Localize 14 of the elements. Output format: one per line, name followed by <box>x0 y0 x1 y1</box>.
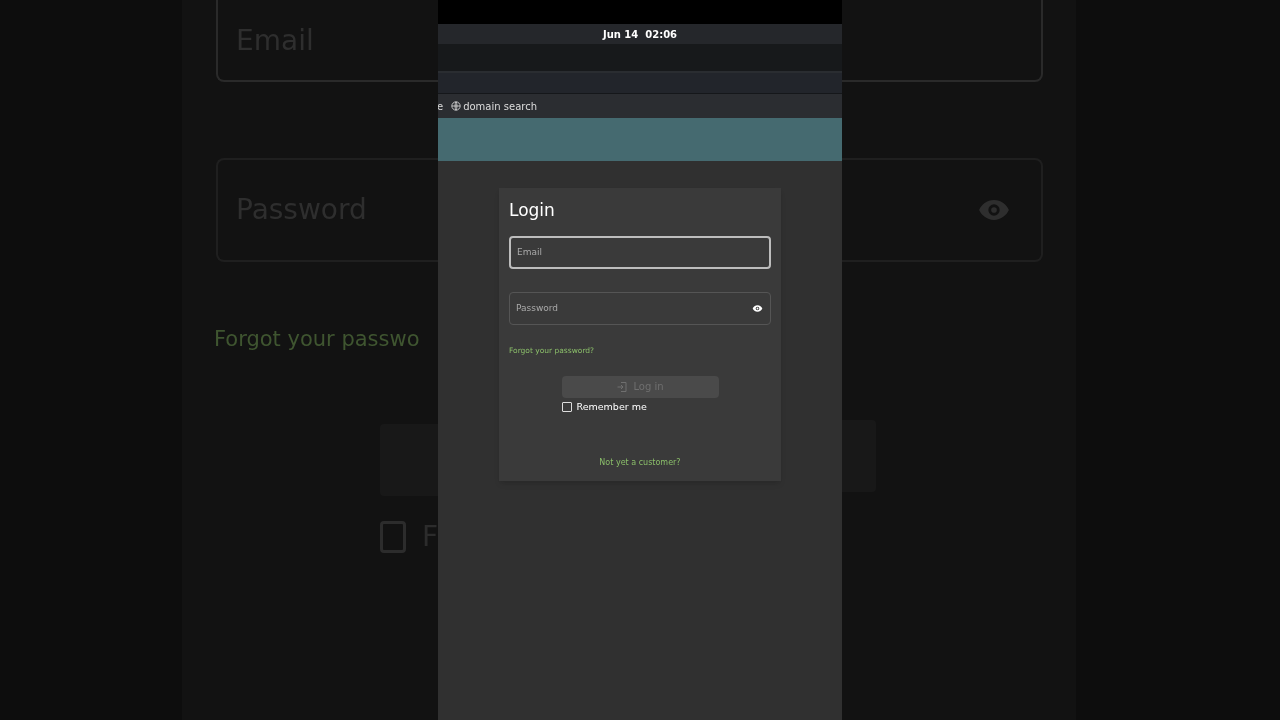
date-time: Jun 14 02:06 <box>602 27 678 42</box>
login-icon <box>616 380 629 393</box>
email-field[interactable] <box>842 0 1043 82</box>
remember-label: Remember me <box>576 399 647 414</box>
login-title: Login <box>509 199 556 222</box>
bookmark-link[interactable]: domain search <box>451 98 537 114</box>
email-field[interactable]: Email <box>509 235 771 269</box>
signup-link[interactable]: Not yet a customer? <box>599 457 681 469</box>
globe-icon <box>451 101 462 111</box>
remember-checkbox[interactable] <box>561 401 572 412</box>
eye-icon[interactable] <box>752 302 763 314</box>
bookmark-link[interactable]: e <box>438 98 444 114</box>
password-field[interactable]: Password <box>509 291 771 325</box>
password-field[interactable] <box>842 158 1043 262</box>
